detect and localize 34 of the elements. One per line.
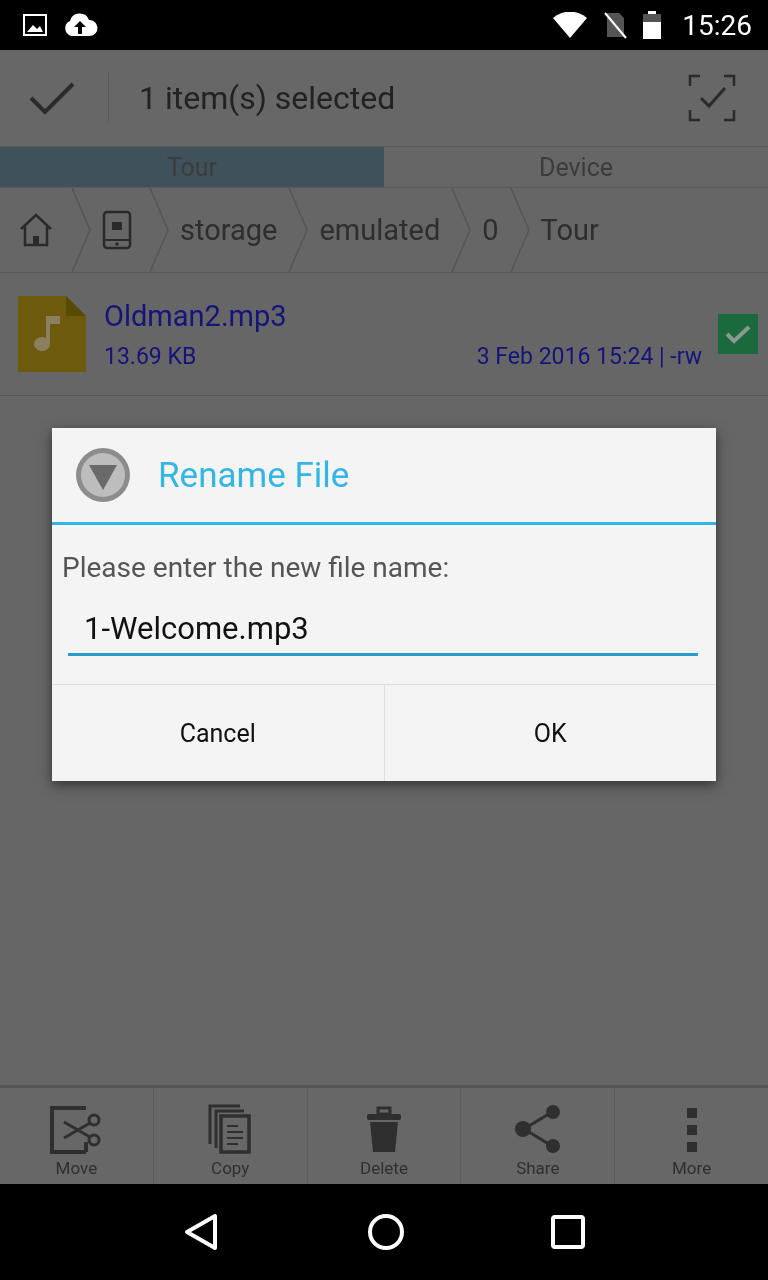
breadcrumb-item[interactable]: 0 (482, 213, 509, 247)
dialog-button[interactable]: Cancel (52, 685, 384, 781)
music-file-icon (16, 294, 88, 374)
dialog-button[interactable]: OK (383, 685, 716, 781)
file-name: Oldman2.mp3 (104, 298, 288, 333)
recents-icon[interactable] (551, 1215, 585, 1249)
breadcrumb-item[interactable]: emulated (319, 213, 451, 247)
select-all-icon[interactable] (688, 74, 736, 122)
file-size: 13.69 KB (104, 342, 197, 370)
app-logo-icon (74, 446, 132, 504)
file-details: 3 Feb 2016 15:24 | -rw (476, 342, 702, 370)
share-icon (513, 1104, 562, 1154)
check-icon (725, 324, 751, 344)
no-sim-icon (602, 11, 629, 39)
move-action[interactable]: Move (0, 1088, 153, 1184)
check-icon[interactable] (28, 80, 76, 116)
breadcrumb-item[interactable]: Tour (540, 213, 609, 247)
image-icon (22, 13, 48, 37)
wifi-icon (552, 12, 589, 38)
trash-icon (366, 1106, 402, 1154)
copy-icon (208, 1104, 253, 1154)
checkbox[interactable] (718, 314, 758, 354)
file-name-field[interactable]: 1-Welcome.mp3 (68, 606, 698, 656)
phone-icon[interactable] (102, 210, 132, 250)
scissors-icon (50, 1106, 103, 1154)
breadcrumb-item[interactable]: storage (180, 213, 288, 247)
clock-time: 15:26 (682, 8, 752, 42)
more-icon (685, 1106, 698, 1154)
cloud-upload-icon (62, 12, 98, 38)
file-row[interactable]: Oldman2.mp3 13.69 KB 3 Feb 2016 15:24 | -rw (0, 273, 768, 396)
battery-icon (642, 10, 663, 40)
dialog-prompt: Please enter the new file name: (61, 550, 451, 584)
selection-title: 1 item(s) selected (139, 79, 397, 117)
dialog-title: Rename File (158, 454, 350, 496)
